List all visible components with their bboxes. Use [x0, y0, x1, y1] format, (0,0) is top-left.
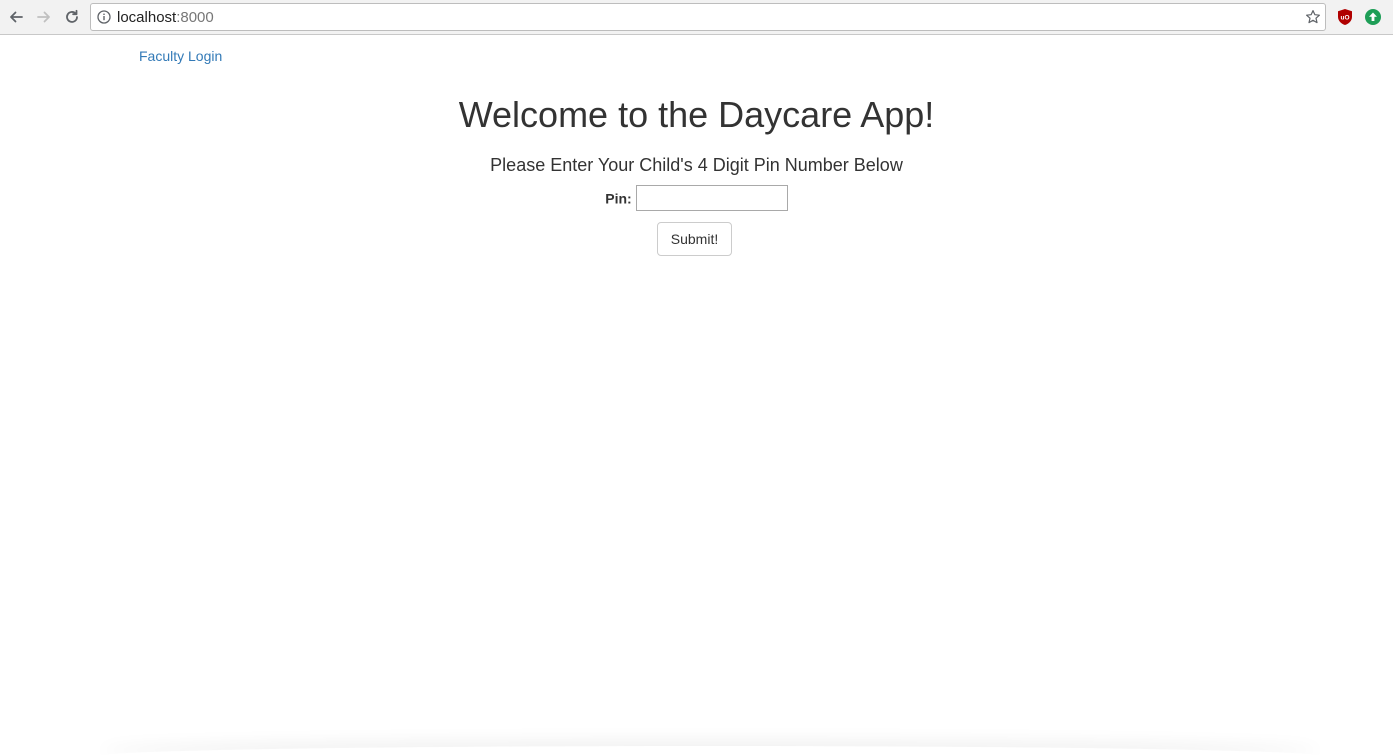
- pin-instructions: Please Enter Your Child's 4 Digit Pin Nu…: [490, 155, 903, 175]
- reload-icon: [66, 9, 78, 23]
- address-bar[interactable]: localhost:8000: [90, 3, 1326, 31]
- arrow-left-icon: [10, 11, 23, 23]
- back-button[interactable]: [6, 7, 26, 27]
- ublock-icon[interactable]: uO: [1336, 8, 1354, 26]
- url-port: :8000: [176, 9, 214, 26]
- forward-button[interactable]: [34, 7, 54, 27]
- star-icon[interactable]: [1305, 9, 1321, 25]
- arrow-right-icon: [37, 11, 50, 23]
- faculty-login-link[interactable]: Faculty Login: [139, 47, 222, 65]
- reload-button[interactable]: [62, 7, 82, 27]
- url-text[interactable]: localhost:8000: [117, 9, 214, 26]
- green-upload-icon[interactable]: [1364, 8, 1382, 26]
- pin-form-row: Pin:: [0, 184, 1393, 212]
- browser-window: localhost:8000 uO Faculty Login Welcome …: [0, 0, 1393, 756]
- pin-input[interactable]: [635, 185, 788, 212]
- url-host: localhost: [117, 9, 177, 26]
- svg-text:uO: uO: [1340, 15, 1349, 22]
- window-bottom-shadow: [100, 746, 1320, 756]
- page-title: Welcome to the Daycare App!: [458, 94, 935, 135]
- info-icon[interactable]: [97, 10, 111, 24]
- submit-button[interactable]: Submit!: [657, 222, 732, 256]
- pin-label: Pin:: [605, 190, 632, 207]
- browser-toolbar: localhost:8000 uO: [0, 0, 1393, 35]
